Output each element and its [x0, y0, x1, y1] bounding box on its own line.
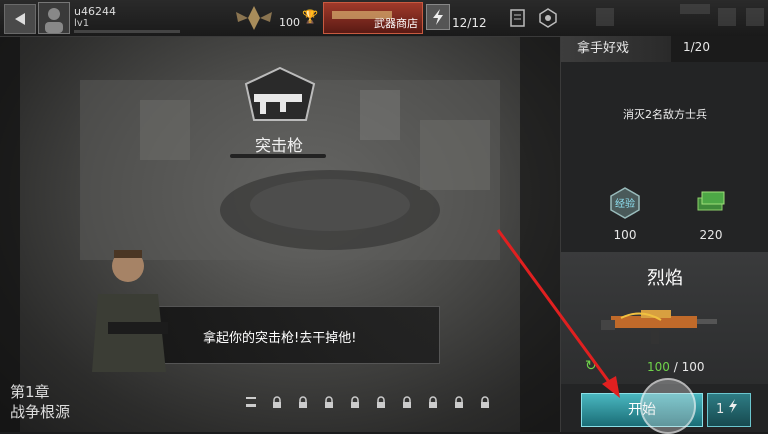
lock-icon — [351, 396, 359, 408]
rank-wings-icon — [236, 6, 272, 30]
task-list-icon[interactable] — [508, 8, 528, 28]
lock-icon — [455, 396, 463, 408]
back-arrow-icon — [15, 13, 25, 25]
lock-icon — [403, 396, 411, 408]
avatar-icon — [45, 8, 63, 33]
stage-current-marker[interactable] — [238, 392, 264, 412]
rewards-section: 经验 100 220 — [561, 186, 768, 252]
reward-experience-value: 100 — [613, 228, 637, 242]
weapon-name: 烈焰 — [647, 268, 683, 289]
ammo-separator: / — [673, 360, 678, 374]
lock-icon — [273, 396, 281, 408]
shop-label: 武器商店 — [374, 17, 418, 30]
assault-rifle-emblem-icon — [244, 66, 316, 121]
mission-panel: 拿手好戏 1/20 消灭2名敌方士兵 经验 100 220 烈焰 ↻ 100 /… — [560, 36, 768, 432]
mission-progress: 1/20 — [683, 40, 710, 54]
start-cost-value: 1 — [716, 402, 725, 417]
ammo-current: 100 — [647, 360, 670, 374]
stage-locked — [446, 392, 472, 412]
energy-button[interactable] — [426, 4, 450, 30]
experience-icon-label: 经验 — [615, 197, 635, 210]
stage-locked — [420, 392, 446, 412]
stage-locked — [290, 392, 316, 412]
back-button[interactable] — [4, 4, 36, 34]
top-bar: u46244 lv1 100 🏆 武器商店 12/12 — [0, 0, 768, 37]
faded-menu-icons — [596, 4, 764, 26]
start-energy-cost[interactable]: 1 — [707, 393, 751, 427]
cash-icon — [697, 191, 725, 211]
lock-icon — [377, 396, 385, 408]
stage-locked — [368, 392, 394, 412]
stage-locked — [316, 392, 342, 412]
touch-indicator — [640, 378, 696, 434]
stage-locked — [342, 392, 368, 412]
experience-icon: 经验 — [610, 187, 640, 219]
mission-header: 拿手好戏 1/20 — [561, 36, 768, 62]
ammo-counter: 100 / 100 — [647, 360, 705, 374]
flame-rifle-icon — [601, 310, 717, 344]
reward-experience: 经验 100 — [595, 186, 655, 242]
weapon-category-underline — [230, 154, 326, 158]
mission-title: 拿手好戏 — [561, 36, 671, 62]
mission-objective: 消灭2名敌方士兵 — [623, 108, 707, 121]
reward-cash: 220 — [681, 186, 741, 242]
lock-icon — [481, 396, 489, 408]
settings-icon[interactable] — [538, 8, 558, 28]
player-name: u46244 — [74, 5, 116, 18]
equipped-weapon-card[interactable]: 烈焰 ↻ 100 / 100 — [561, 252, 768, 384]
avatar[interactable] — [38, 2, 70, 34]
stage-locked — [472, 392, 498, 412]
trophy-icon: 🏆 — [302, 10, 319, 25]
chapter-name: 战争根源 — [10, 403, 71, 421]
current-stage-icon — [246, 397, 256, 407]
lock-icon — [429, 396, 437, 408]
chapter-number: 第1章 — [10, 383, 50, 401]
lightning-icon — [433, 9, 443, 25]
stage-locked — [394, 392, 420, 412]
stage-locked — [264, 392, 290, 412]
rank-value: 100 — [279, 16, 300, 29]
chapter-info: 第1章 战争根源 — [10, 382, 70, 422]
lock-icon — [299, 396, 307, 408]
player-level: lv1 — [74, 18, 90, 29]
reward-cash-value: 220 — [699, 228, 723, 242]
weapon-shop-button[interactable]: 武器商店 — [323, 2, 423, 34]
lightning-icon — [729, 399, 738, 413]
dialog-text: 拿起你的突击枪!去干掉他! — [203, 331, 357, 346]
refresh-icon[interactable]: ↻ — [585, 358, 597, 374]
stage-progress — [238, 392, 498, 412]
soldier-portrait — [92, 250, 168, 372]
weapon-category-label: 突击枪 — [254, 136, 303, 155]
lock-icon — [325, 396, 333, 408]
ammo-max: 100 — [681, 360, 705, 374]
xp-bar — [74, 30, 180, 33]
energy-counter: 12/12 — [452, 16, 487, 30]
